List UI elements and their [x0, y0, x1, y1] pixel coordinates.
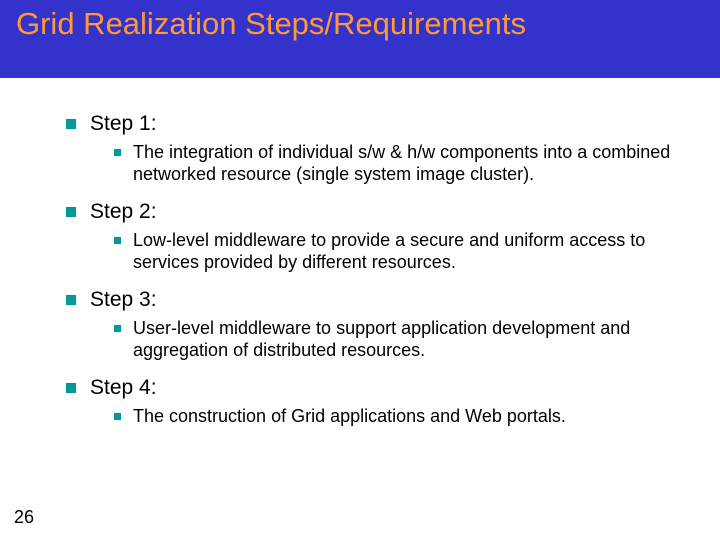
step-item: Step 1: The integration of individual s/… [66, 112, 680, 186]
content-area: Step 1: The integration of individual s/… [0, 78, 720, 428]
step-label: Step 3: [90, 288, 157, 312]
step-heading: Step 2: [66, 200, 680, 224]
sub-item: Low-level middleware to provide a secure… [114, 230, 680, 274]
sub-item: The construction of Grid applications an… [114, 406, 680, 428]
square-bullet-icon [66, 383, 76, 393]
step-label: Step 4: [90, 376, 157, 400]
step-heading: Step 4: [66, 376, 680, 400]
step-item: Step 2: Low-level middleware to provide … [66, 200, 680, 274]
square-bullet-icon [66, 207, 76, 217]
square-bullet-icon [66, 295, 76, 305]
step-list: Step 1: The integration of individual s/… [66, 112, 680, 428]
title-band: Grid Realization Steps/Requirements [0, 0, 720, 78]
sub-item: User-level middleware to support applica… [114, 318, 680, 362]
square-bullet-small-icon [114, 149, 121, 156]
step-label: Step 1: [90, 112, 157, 136]
square-bullet-small-icon [114, 413, 121, 420]
step-detail: User-level middleware to support applica… [133, 318, 680, 362]
sub-list: The integration of individual s/w & h/w … [66, 142, 680, 186]
page-number: 26 [14, 507, 34, 528]
step-label: Step 2: [90, 200, 157, 224]
sub-item: The integration of individual s/w & h/w … [114, 142, 680, 186]
sub-list: User-level middleware to support applica… [66, 318, 680, 362]
square-bullet-icon [66, 119, 76, 129]
step-detail: The construction of Grid applications an… [133, 406, 566, 428]
sub-list: The construction of Grid applications an… [66, 406, 680, 428]
step-heading: Step 3: [66, 288, 680, 312]
step-item: Step 4: The construction of Grid applica… [66, 376, 680, 428]
square-bullet-small-icon [114, 325, 121, 332]
step-detail: Low-level middleware to provide a secure… [133, 230, 680, 274]
square-bullet-small-icon [114, 237, 121, 244]
slide-title: Grid Realization Steps/Requirements [16, 6, 704, 42]
step-item: Step 3: User-level middleware to support… [66, 288, 680, 362]
step-heading: Step 1: [66, 112, 680, 136]
step-detail: The integration of individual s/w & h/w … [133, 142, 680, 186]
sub-list: Low-level middleware to provide a secure… [66, 230, 680, 274]
